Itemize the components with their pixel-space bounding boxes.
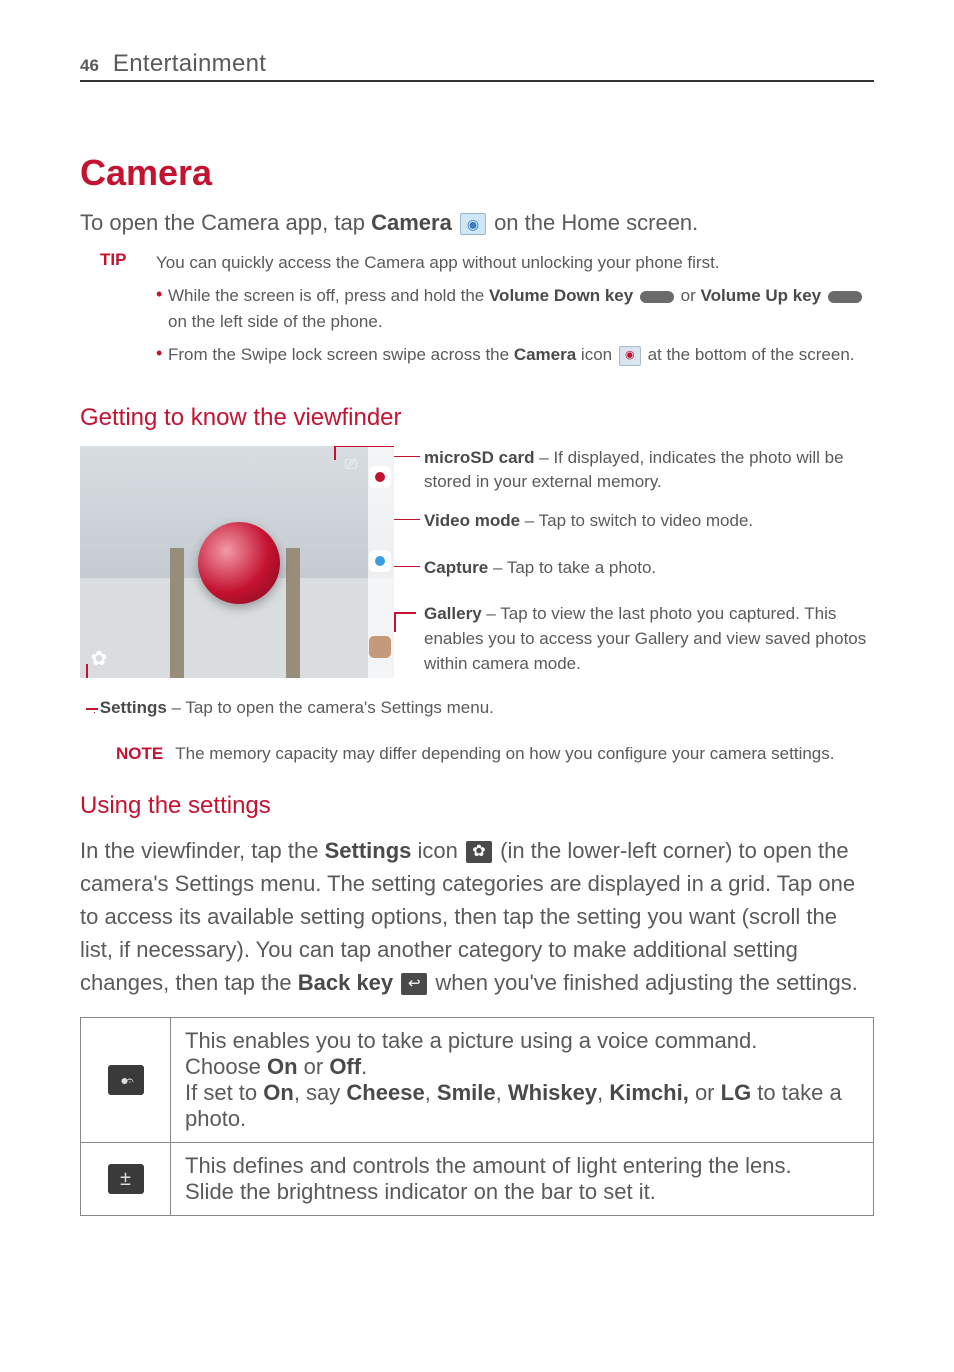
note-label: NOTE	[116, 744, 163, 764]
capture-button[interactable]	[369, 550, 391, 572]
voice-command-icon-cell	[81, 1018, 171, 1143]
annotation-gallery: Gallery – Tap to view the last photo you…	[424, 602, 874, 676]
voice-command-icon	[108, 1065, 144, 1095]
note-text: The memory capacity may differ depending…	[175, 744, 834, 764]
annotation-microsd: microSD card – If displayed, indicates t…	[424, 446, 874, 495]
settings-gear-icon[interactable]: ✿	[86, 646, 112, 672]
tip-content: You can quickly access the Camera app wi…	[156, 250, 874, 376]
volume-up-key-icon	[828, 291, 862, 303]
section-title: Entertainment	[113, 50, 266, 78]
annotation-settings: Settings – Tap to open the camera's Sett…	[94, 698, 874, 718]
settings-paragraph: In the viewfinder, tap the Settings icon…	[80, 834, 874, 999]
brightness-icon-cell	[81, 1143, 171, 1216]
intro-text: To open the Camera app, tap Camera on th…	[80, 208, 874, 238]
table-row: This defines and controls the amount of …	[81, 1143, 874, 1216]
heading-using-settings: Using the settings	[80, 792, 874, 820]
note-block: NOTE The memory capacity may differ depe…	[116, 744, 874, 764]
viewfinder-annotations: microSD card – If displayed, indicates t…	[394, 446, 874, 690]
viewfinder-diagram: ⎚ ✿ microSD card – If displayed, indicat…	[80, 446, 874, 690]
table-row: This enables you to take a picture using…	[81, 1018, 874, 1143]
video-mode-button[interactable]	[369, 466, 391, 488]
volume-down-key-icon	[640, 291, 674, 303]
tip-bullet-2: From the Swipe lock screen swipe across …	[156, 342, 874, 368]
page-header: 46 Entertainment	[80, 0, 874, 82]
tip-bullet-1: While the screen is off, press and hold …	[156, 283, 874, 334]
viewfinder-image: ⎚ ✿	[80, 446, 394, 678]
settings-table: This enables you to take a picture using…	[80, 1017, 874, 1216]
heading-viewfinder: Getting to know the viewfinder	[80, 404, 874, 432]
lock-screen-camera-icon	[619, 346, 641, 366]
settings-gear-inline-icon	[466, 841, 492, 863]
voice-command-desc: This enables you to take a picture using…	[171, 1018, 874, 1143]
back-key-icon	[401, 973, 427, 995]
annotation-capture: Capture – Tap to take a photo.	[424, 556, 874, 581]
brightness-desc: This defines and controls the amount of …	[171, 1143, 874, 1216]
page-number: 46	[80, 56, 99, 76]
camera-app-icon	[460, 213, 486, 235]
gallery-thumbnail-button[interactable]	[369, 636, 391, 658]
microsd-indicator-icon: ⎚	[340, 454, 362, 476]
lg-logo-sphere	[198, 522, 280, 604]
annotation-video: Video mode – Tap to switch to video mode…	[424, 509, 874, 534]
heading-camera: Camera	[80, 152, 874, 194]
tip-label: TIP	[100, 250, 136, 376]
brightness-icon	[108, 1164, 144, 1194]
tip-block: TIP You can quickly access the Camera ap…	[100, 250, 874, 376]
